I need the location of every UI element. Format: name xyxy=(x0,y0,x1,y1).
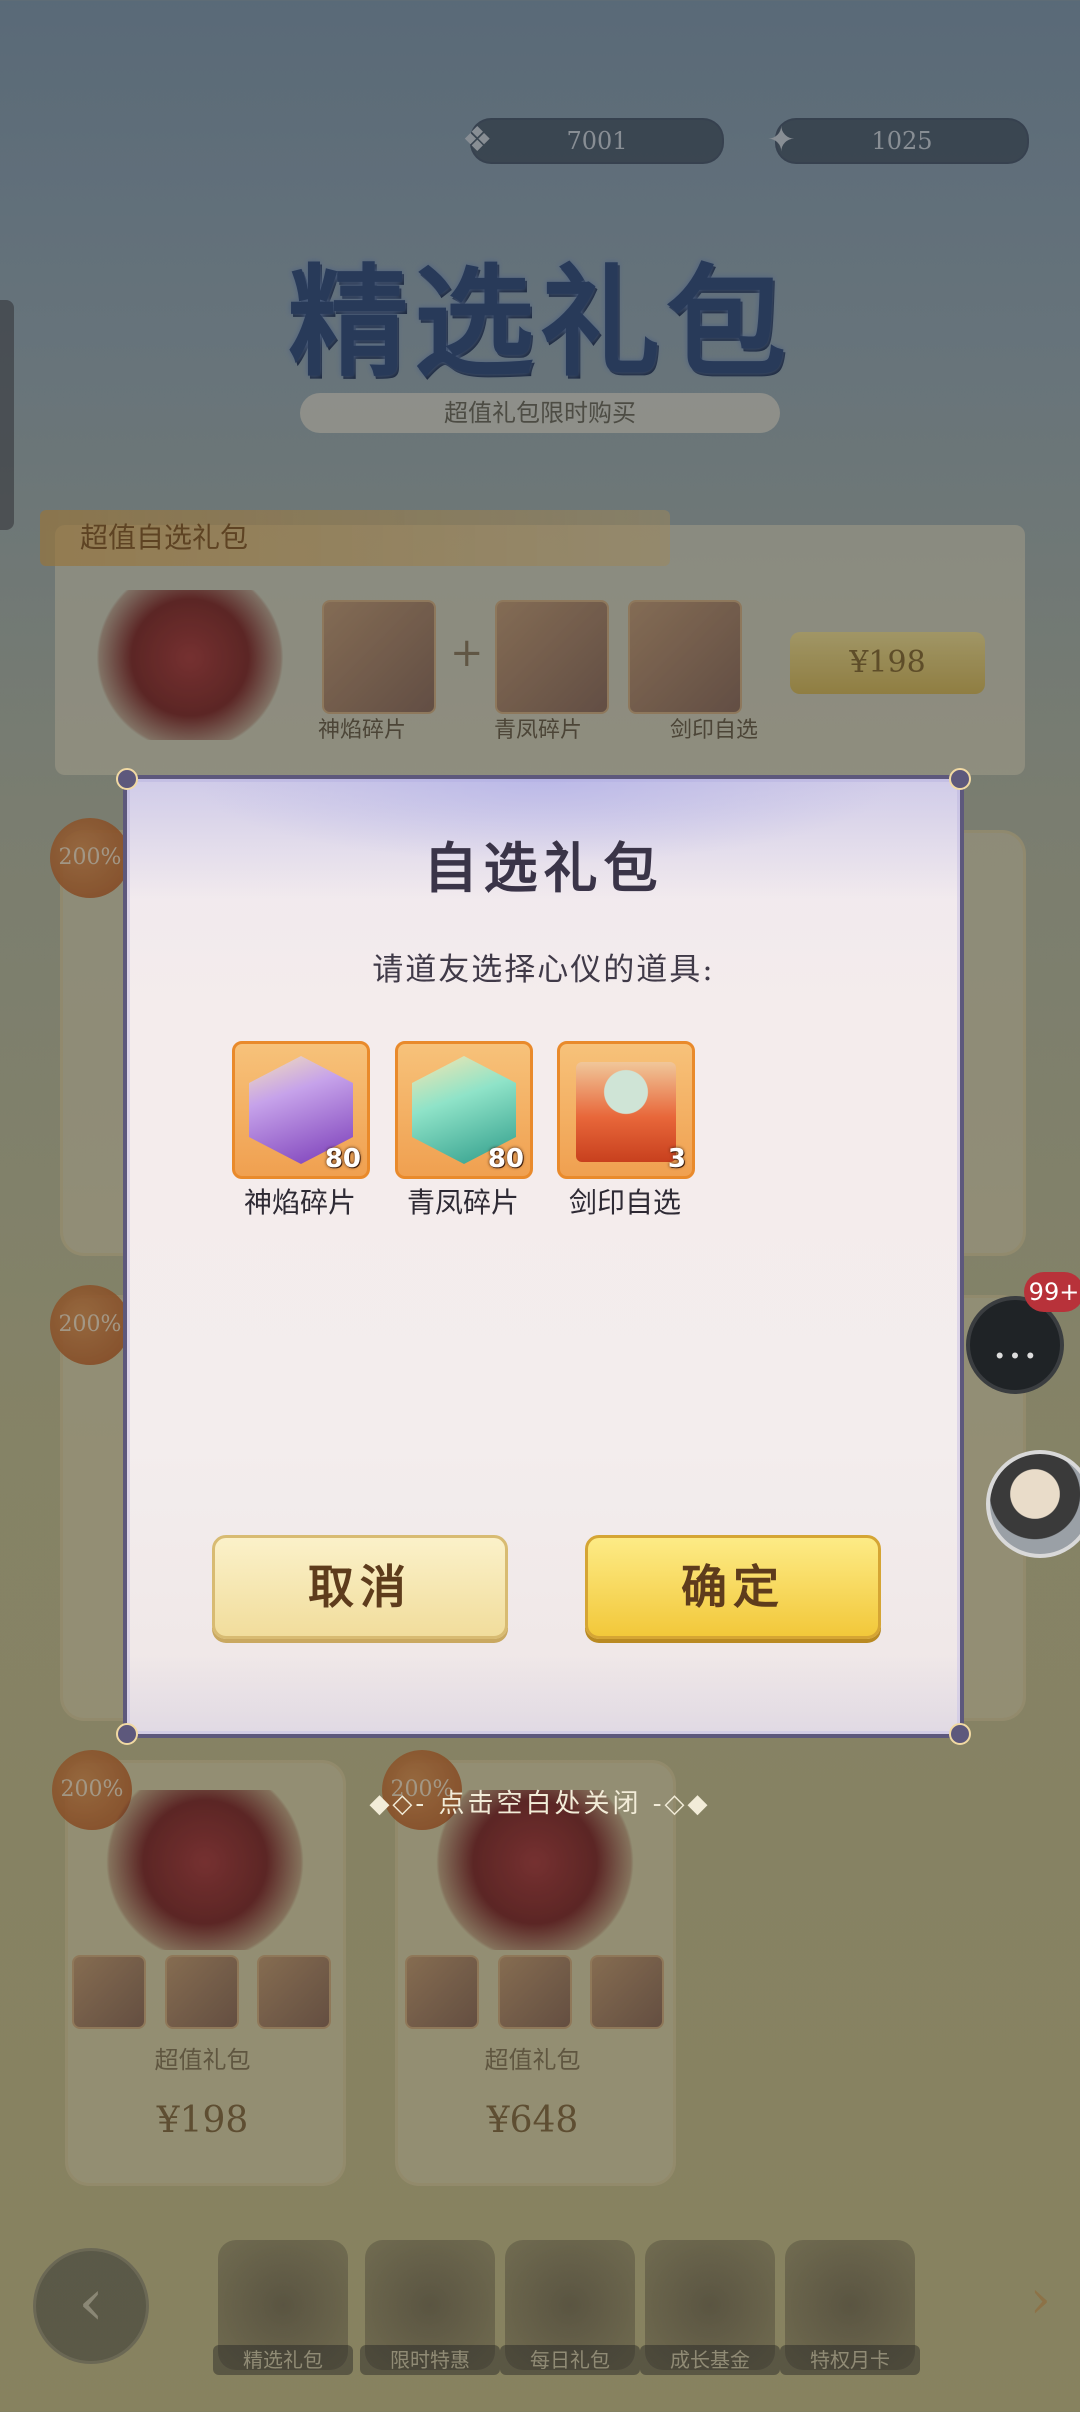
confirm-button[interactable]: 确定 xyxy=(585,1535,881,1639)
item-icon-frame: 3 xyxy=(557,1041,695,1179)
item-count: 80 xyxy=(324,1144,361,1174)
close-hint: ◆◇- 点击空白处关闭 -◇◆ xyxy=(369,1789,711,1819)
item-icon-frame: 80 xyxy=(232,1041,370,1179)
corner-ornament xyxy=(949,768,971,790)
diamond-ornament-icon: ◆◇- xyxy=(369,1789,428,1819)
corner-ornament xyxy=(116,768,138,790)
item-name: 剑印自选 xyxy=(568,1186,681,1219)
dialog-prompt: 请道友选择心仪的道具: xyxy=(372,952,715,988)
corner-ornament xyxy=(949,1723,971,1745)
dialog-footer-decoration xyxy=(127,1654,960,1734)
treasure-chest-icon xyxy=(576,1062,676,1162)
chat-unread-badge: 99+ xyxy=(1024,1272,1080,1312)
item-name: 神焰碎片 xyxy=(243,1186,356,1219)
item-count: 80 xyxy=(487,1144,524,1174)
chat-icon: … xyxy=(992,1315,1038,1369)
corner-ornament xyxy=(116,1723,138,1745)
dialog-title: 自选礼包 xyxy=(423,836,664,900)
cancel-button[interactable]: 取消 xyxy=(212,1535,508,1639)
select-pack-dialog: 自选礼包 请道友选择心仪的道具: 80 神焰碎片 80 青凤碎片 3 剑印自选 … xyxy=(116,768,971,1745)
item-count: 3 xyxy=(667,1144,686,1174)
item-name: 青凤碎片 xyxy=(406,1186,519,1219)
item-icon-frame: 80 xyxy=(395,1041,533,1179)
diamond-ornament-icon: -◇◆ xyxy=(652,1789,711,1819)
